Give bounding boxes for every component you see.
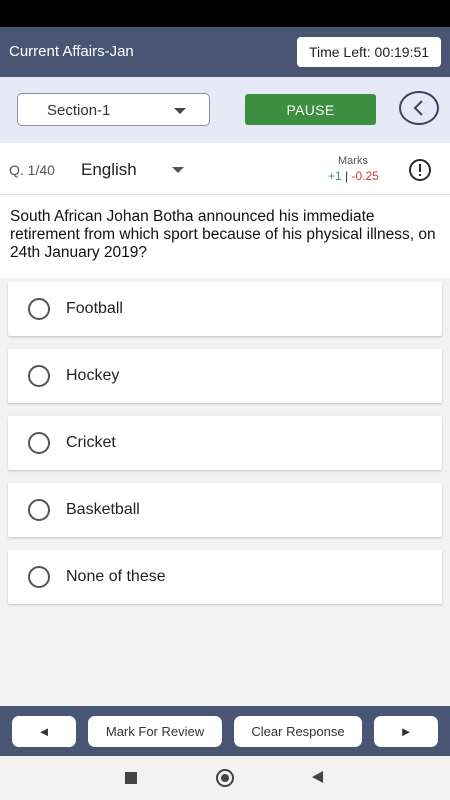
- option-item[interactable]: Cricket: [8, 416, 442, 470]
- marks-title: Marks: [338, 155, 368, 167]
- radio-button[interactable]: [28, 432, 50, 454]
- question-meta-bar: Q. 1/40 English Marks +1 | -0.25: [0, 143, 450, 195]
- section-dropdown[interactable]: Section-1: [17, 93, 210, 126]
- marks-negative: -0.25: [351, 169, 379, 183]
- chevron-left-icon: [413, 100, 423, 116]
- radio-button[interactable]: [28, 499, 50, 521]
- option-item[interactable]: Basketball: [8, 483, 442, 537]
- section-dropdown-label: Section-1: [47, 102, 111, 119]
- app-header: Current Affairs-Jan Time Left: 00:19:51: [0, 27, 450, 77]
- question-panel: South African Johan Botha announced his …: [0, 195, 450, 278]
- radio-button[interactable]: [28, 298, 50, 320]
- back-triangle-icon[interactable]: [312, 771, 323, 783]
- pause-button[interactable]: PAUSE: [245, 94, 376, 125]
- bottom-navigation: ◄ Mark For Review Clear Response ►: [0, 706, 450, 756]
- previous-button[interactable]: ◄: [12, 716, 76, 747]
- question-text: South African Johan Botha announced his …: [10, 208, 436, 261]
- marks-values: +1 | -0.25: [328, 169, 379, 183]
- radio-button[interactable]: [28, 566, 50, 588]
- section-toolbar: Section-1 PAUSE: [0, 77, 450, 143]
- chevron-down-icon: [174, 108, 186, 114]
- mark-for-review-button[interactable]: Mark For Review: [88, 716, 222, 747]
- option-item[interactable]: Football: [8, 282, 442, 336]
- language-dropdown[interactable]: English: [81, 160, 137, 180]
- option-item[interactable]: Hockey: [8, 349, 442, 403]
- time-left-badge: Time Left: 00:19:51: [297, 37, 441, 67]
- page-title: Current Affairs-Jan: [9, 43, 134, 60]
- system-navigation-bar: [0, 756, 450, 800]
- option-label: Cricket: [66, 434, 116, 451]
- option-label: Football: [66, 300, 123, 317]
- status-bar: [0, 0, 450, 27]
- marks-separator: |: [345, 169, 349, 183]
- clear-response-button[interactable]: Clear Response: [234, 716, 362, 747]
- back-button[interactable]: [399, 91, 439, 125]
- option-label: Basketball: [66, 501, 140, 518]
- marks-positive: +1: [328, 169, 342, 183]
- option-item[interactable]: None of these: [8, 550, 442, 604]
- exclamation-circle-icon[interactable]: [408, 158, 432, 182]
- option-label: Hockey: [66, 367, 120, 384]
- next-button[interactable]: ►: [374, 716, 438, 747]
- chevron-down-icon[interactable]: [172, 167, 184, 173]
- home-icon[interactable]: [216, 769, 234, 787]
- radio-button[interactable]: [28, 365, 50, 387]
- option-label: None of these: [66, 568, 166, 585]
- recent-apps-icon[interactable]: [125, 772, 137, 784]
- question-number: Q. 1/40: [9, 162, 55, 178]
